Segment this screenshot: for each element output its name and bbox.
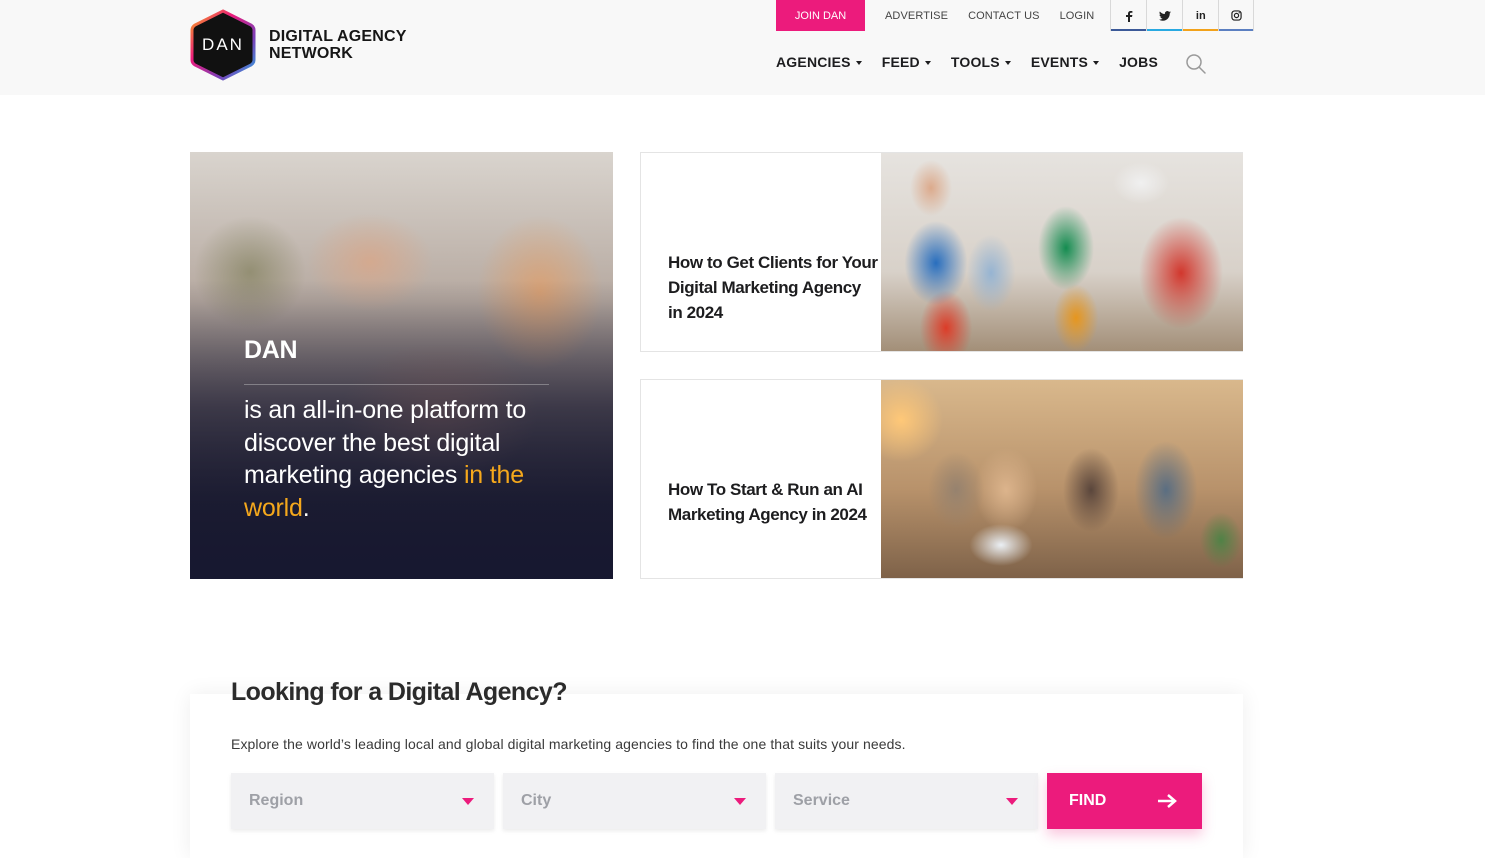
region-select[interactable]: Region — [231, 773, 494, 829]
search-subtitle: Explore the world’s leading local and gl… — [231, 736, 906, 752]
chevron-down-icon — [855, 60, 862, 65]
hero-divider — [244, 384, 549, 385]
logo-badge: DAN — [190, 9, 256, 81]
nav-tools-label: TOOLS — [950, 54, 1000, 70]
instagram-icon[interactable] — [1218, 0, 1255, 31]
article-card[interactable]: How to Get Clients for Your Digital Mark… — [640, 152, 1243, 352]
facebook-icon[interactable] — [1110, 0, 1147, 31]
nav-jobs[interactable]: JOBS — [1119, 54, 1158, 70]
social-links: in — [1110, 0, 1255, 31]
service-select-label: Service — [793, 792, 850, 809]
main-nav: AGENCIES FEED TOOLS EVENTS JOBS — [776, 54, 1178, 70]
arrow-right-icon — [1157, 793, 1177, 814]
region-select-label: Region — [249, 792, 304, 809]
chevron-down-icon — [1006, 798, 1018, 805]
nav-agencies[interactable]: AGENCIES — [776, 54, 862, 70]
search-heading: Looking for a Digital Agency? — [231, 678, 567, 706]
logo-line-1: DIGITAL AGENCY — [269, 28, 407, 45]
service-select[interactable]: Service — [775, 773, 1038, 829]
article-title[interactable]: How to Get Clients for Your Digital Mark… — [668, 250, 878, 325]
hero-tagline: is an all-in-one platform to discover th… — [244, 394, 574, 524]
linkedin-icon[interactable]: in — [1182, 0, 1219, 31]
nav-events-label: EVENTS — [1030, 54, 1089, 70]
nav-tools[interactable]: TOOLS — [951, 54, 1011, 70]
site-header: DAN DIGITAL AGENCY NETWORK JOIN DAN ADVE… — [0, 0, 1485, 95]
article-image[interactable] — [881, 380, 1243, 578]
logo-text: DIGITAL AGENCY NETWORK — [269, 28, 407, 62]
site-logo[interactable]: DAN DIGITAL AGENCY NETWORK — [190, 9, 407, 81]
find-button-label: FIND — [1069, 792, 1107, 809]
hero-banner: DAN is an all-in-one platform to discove… — [190, 152, 613, 579]
article-image[interactable] — [881, 153, 1243, 351]
chevron-down-icon — [734, 798, 746, 805]
join-dan-button[interactable]: JOIN DAN — [776, 0, 865, 31]
find-button[interactable]: FIND — [1047, 773, 1202, 829]
nav-jobs-label: JOBS — [1119, 54, 1158, 70]
search-icon[interactable] — [1185, 53, 1207, 75]
city-select[interactable]: City — [503, 773, 766, 829]
chevron-down-icon — [924, 60, 931, 65]
hero-brand: DAN — [244, 336, 298, 364]
advertise-link[interactable]: ADVERTISE — [885, 10, 948, 22]
nav-events[interactable]: EVENTS — [1030, 54, 1100, 70]
nav-agencies-label: AGENCIES — [776, 54, 851, 70]
chevron-down-icon — [1004, 60, 1011, 65]
hero-tagline-end: . — [302, 493, 310, 522]
chevron-down-icon — [1093, 60, 1100, 65]
contact-us-link[interactable]: CONTACT US — [968, 10, 1040, 22]
logo-monogram: DAN — [202, 35, 244, 54]
top-links: ADVERTISE CONTACT US LOGIN — [885, 0, 1114, 31]
article-title[interactable]: How To Start & Run an AI Marketing Agenc… — [668, 477, 878, 527]
nav-feed-label: FEED — [881, 54, 920, 70]
logo-line-2: NETWORK — [269, 45, 354, 62]
top-bar: JOIN DAN ADVERTISE CONTACT US LOGIN in — [776, 0, 1255, 31]
twitter-icon[interactable] — [1146, 0, 1183, 31]
nav-feed[interactable]: FEED — [882, 54, 931, 70]
city-select-label: City — [521, 792, 552, 809]
login-link[interactable]: LOGIN — [1060, 10, 1095, 22]
article-card[interactable]: How To Start & Run an AI Marketing Agenc… — [640, 379, 1243, 579]
chevron-down-icon — [462, 798, 474, 805]
